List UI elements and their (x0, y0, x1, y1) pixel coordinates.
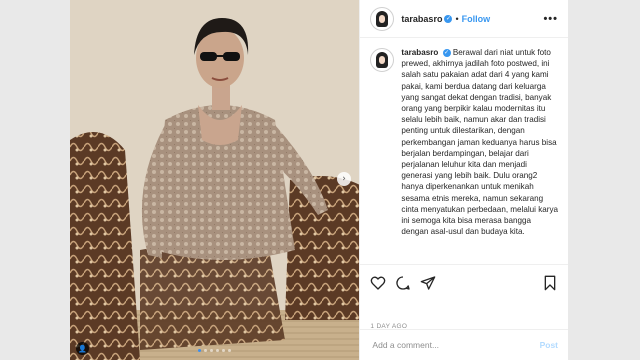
user-tag-icon: 👤 (78, 344, 87, 353)
share-icon[interactable] (420, 275, 436, 291)
post-photo[interactable]: › 👤 (70, 0, 360, 360)
heart-icon[interactable] (370, 275, 386, 291)
post-header: tarabasro ✓ • Follow ••• (360, 0, 568, 38)
carousel-dot (216, 349, 220, 352)
more-options-icon[interactable]: ••• (543, 13, 558, 25)
post-sidebar: tarabasro ✓ • Follow ••• tarabasro ✓ Ber… (359, 0, 568, 360)
user-tag-button[interactable]: 👤 (76, 342, 89, 355)
follow-button[interactable]: Follow (462, 14, 491, 24)
carousel-dot (210, 349, 214, 352)
verified-icon: ✓ (444, 14, 453, 23)
carousel-dot (204, 349, 208, 352)
carousel-indicator (70, 349, 359, 352)
post-caption: tarabasro ✓ Berawal dari niat untuk foto… (370, 47, 560, 237)
carousel-dot (222, 349, 226, 352)
header-separator: • (455, 13, 459, 24)
comment-box: Post (360, 329, 568, 360)
instagram-post-card: › 👤 tarabasro ✓ • Follow ••• tarabasro ✓… (70, 0, 568, 360)
chevron-right-icon: › (342, 174, 346, 184)
carousel-dot (228, 349, 232, 352)
post-comment-button[interactable]: Post (540, 340, 558, 350)
verified-icon: ✓ (442, 48, 451, 57)
caption-username[interactable]: tarabasro (401, 48, 438, 57)
username-link[interactable]: tarabasro (401, 14, 442, 24)
comment-input[interactable] (370, 339, 540, 351)
carousel-next-button[interactable]: › (337, 172, 351, 186)
avatar[interactable] (370, 6, 395, 31)
carousel-dot (198, 349, 202, 352)
comment-icon[interactable] (395, 275, 411, 291)
caption-text: tarabasro ✓ Berawal dari niat untuk foto… (401, 47, 559, 237)
avatar[interactable] (370, 48, 395, 72)
bookmark-icon[interactable] (542, 275, 558, 291)
post-actions: 1 DAY AGO (360, 264, 568, 330)
photo-illustration (70, 0, 360, 360)
caption-body: Berawal dari niat untuk foto prewed, akh… (401, 48, 558, 237)
